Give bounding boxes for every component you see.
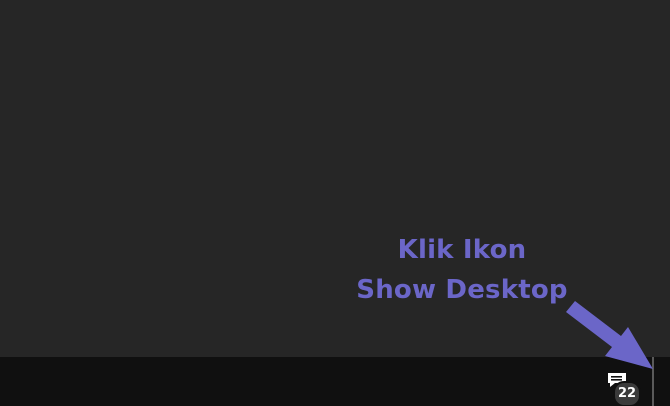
show-desktop-divider [652, 357, 654, 406]
taskbar [0, 357, 670, 406]
screen: Klik Ikon Show Desktop 22 [0, 0, 670, 406]
annotation-line-2: Show Desktop [356, 275, 568, 305]
action-center-button[interactable]: 22 [600, 364, 644, 406]
notification-count-badge: 22 [613, 381, 641, 406]
instruction-annotation: Klik Ikon Show Desktop [350, 230, 574, 310]
annotation-line-1: Klik Ikon [397, 235, 527, 265]
show-desktop-button[interactable] [652, 357, 670, 406]
